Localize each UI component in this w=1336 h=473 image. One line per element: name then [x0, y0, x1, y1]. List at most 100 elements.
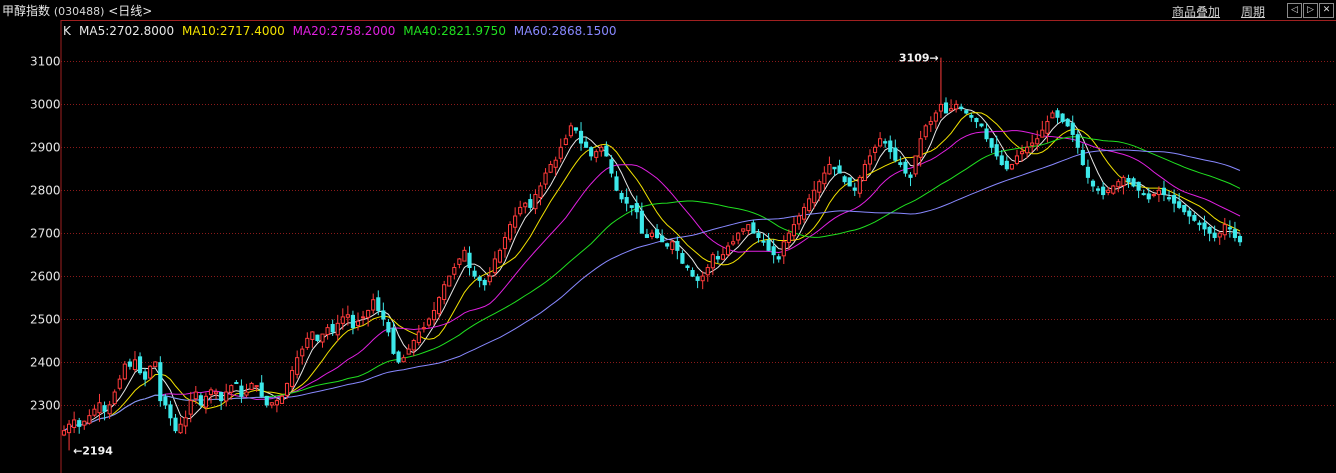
candle — [872, 144, 878, 161]
candle — [122, 360, 127, 381]
candle-body — [107, 404, 112, 415]
candle-body — [396, 351, 401, 363]
candle-body — [224, 391, 229, 402]
candle — [1085, 159, 1091, 184]
candle-body — [584, 141, 589, 148]
y-tick-label: 3000 — [30, 98, 61, 112]
candle — [943, 97, 949, 114]
candle — [523, 201, 528, 214]
candle — [599, 145, 604, 157]
candle-body — [416, 331, 421, 344]
candle — [837, 159, 842, 174]
candle-body — [903, 161, 908, 174]
candle — [528, 193, 533, 211]
candle — [812, 181, 817, 209]
candle-body — [761, 240, 766, 243]
candle — [467, 246, 472, 276]
candle-body — [1197, 222, 1202, 226]
candle — [857, 174, 862, 198]
candle-body — [1035, 138, 1040, 145]
candle — [558, 138, 563, 163]
candle-body — [553, 159, 558, 168]
candle — [999, 149, 1004, 166]
candle-body — [974, 118, 979, 123]
candle — [1040, 120, 1045, 138]
candle — [66, 420, 72, 451]
candle — [173, 414, 178, 434]
close-icon[interactable]: ✕ — [1319, 3, 1334, 18]
candle — [1197, 220, 1202, 231]
candle-body — [1121, 176, 1126, 187]
period-link[interactable]: 周期 — [1241, 3, 1265, 20]
candle — [903, 158, 908, 177]
candle-body — [599, 146, 604, 152]
candle — [350, 310, 356, 335]
candle — [406, 344, 411, 355]
candle — [487, 267, 492, 286]
candle-body — [153, 361, 158, 368]
candle — [148, 364, 153, 381]
candle-body — [355, 320, 361, 326]
moving-average-lines — [63, 107, 1241, 432]
candle-body — [1187, 210, 1192, 217]
candle-body — [832, 166, 837, 170]
candle-body — [1080, 149, 1085, 165]
candle — [1187, 207, 1192, 225]
candle-body — [578, 130, 584, 144]
candle — [87, 409, 92, 425]
candle — [725, 242, 731, 257]
candle-body — [1217, 232, 1222, 238]
candle-body — [315, 334, 320, 342]
candle — [290, 366, 295, 391]
candle-body — [680, 253, 685, 264]
legend-ma60: MA60:2868.1500 — [514, 24, 617, 38]
candle-body — [143, 371, 148, 380]
candle — [589, 146, 594, 161]
candle-body — [796, 215, 802, 225]
candle-body — [1075, 134, 1080, 148]
candle — [654, 224, 660, 239]
candle-body — [1065, 118, 1070, 127]
candle-body — [918, 138, 923, 158]
candlestick-chart[interactable]: 2300 2400 2500 2600 2700 2800 2900 3000 3100 310… — [0, 20, 1336, 473]
candle — [1030, 134, 1035, 153]
legend-ma5: MA5:2702.8000 — [79, 24, 174, 38]
ma-legend: MA5:2702.8000 MA10:2717.4000 MA20:2758.2… — [79, 24, 617, 38]
candle — [614, 171, 619, 192]
arrow-right-icon[interactable]: ▷ — [1303, 3, 1318, 18]
candle-body — [994, 144, 999, 157]
candle-body — [1050, 112, 1055, 119]
candle — [649, 229, 655, 240]
candle-body — [1232, 229, 1238, 238]
candle — [938, 57, 944, 119]
candle-body — [340, 316, 345, 324]
candle — [1151, 192, 1156, 198]
candle-body — [437, 297, 442, 315]
candle-body — [989, 138, 994, 148]
period-label: <日线> — [108, 4, 153, 18]
candle — [974, 117, 979, 129]
candle — [644, 228, 650, 239]
candle — [568, 122, 573, 139]
candle — [462, 246, 467, 262]
arrow-left-icon[interactable]: ◁ — [1287, 3, 1302, 18]
candle-body — [234, 382, 239, 385]
candle-body — [391, 327, 396, 354]
candle — [913, 155, 918, 177]
candle-body — [898, 162, 903, 165]
candle-body — [523, 202, 528, 208]
candle — [426, 317, 432, 329]
candle — [112, 389, 117, 406]
candle-body — [1085, 166, 1091, 178]
candle-body — [817, 181, 822, 193]
candle — [219, 391, 224, 410]
candle — [1121, 175, 1126, 195]
candle-body — [259, 382, 264, 397]
candle — [310, 331, 315, 348]
candle-body — [1166, 197, 1172, 200]
candle-body — [852, 187, 857, 191]
overlay-commodity-link[interactable]: 商品叠加 — [1172, 3, 1220, 20]
candle — [893, 139, 898, 163]
candle-body — [112, 391, 117, 405]
candle-body — [614, 176, 619, 191]
